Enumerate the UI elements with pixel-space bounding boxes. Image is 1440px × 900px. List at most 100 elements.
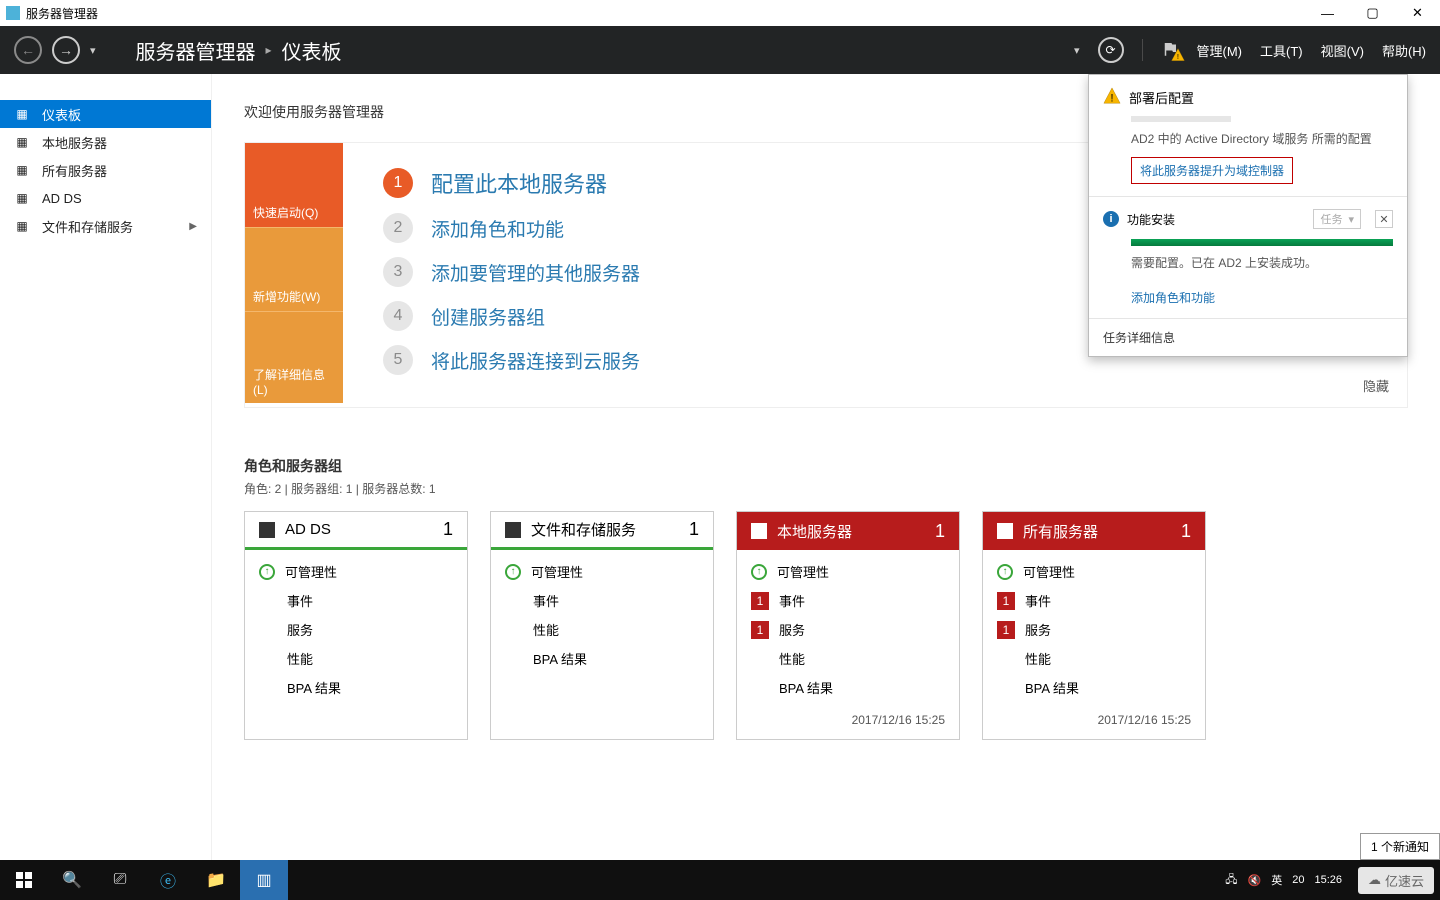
sidebar-item-label: 仪表板 — [42, 105, 81, 124]
tasks-dropdown[interactable]: 任务▾ — [1313, 209, 1361, 229]
minimize-button[interactable]: — — [1305, 0, 1350, 26]
tile-0[interactable]: AD DS1 ↑可管理性事件服务性能 BPA 结果 — [244, 511, 468, 740]
tile-header: 本地服务器1 — [737, 512, 959, 550]
tile-row[interactable]: 1事件 — [751, 591, 945, 610]
add-roles-link[interactable]: 添加角色和功能 — [1131, 289, 1215, 306]
tile-row-label: BPA 结果 — [533, 649, 587, 668]
sidebar: ▦仪表板▦本地服务器▦所有服务器▦AD DS▦文件和存储服务▶ — [0, 74, 212, 860]
task-details-link[interactable]: 任务详细信息 — [1089, 319, 1407, 356]
tile-row-label: BPA 结果 — [779, 678, 833, 697]
new-notification-banner[interactable]: 1 个新通知 — [1360, 833, 1440, 860]
tile-row[interactable]: ↑可管理性 — [259, 562, 453, 581]
tile-icon — [259, 522, 275, 538]
tile-row[interactable]: 1服务 — [997, 620, 1191, 639]
tile-header: AD DS1 — [245, 512, 467, 550]
tile-2[interactable]: 本地服务器1↑可管理性1事件1服务性能BPA 结果2017/12/16 15:2… — [736, 511, 960, 740]
tile-row[interactable]: BPA 结果 — [751, 678, 945, 697]
tile-row[interactable]: 事件 — [259, 591, 453, 610]
sidebar-item-1[interactable]: ▦本地服务器 — [0, 128, 211, 156]
cloud-icon: ☁ — [1368, 872, 1381, 888]
window-titlebar: 服务器管理器 — ▢ ✕ — [0, 0, 1440, 26]
notif-deploy-desc: AD2 中的 Active Directory 域服务 所需的配置 — [1131, 130, 1393, 147]
alert-badge: 1 — [997, 592, 1015, 610]
sidebar-item-2[interactable]: ▦所有服务器 — [0, 156, 211, 184]
nav-back-button[interactable]: ← — [14, 36, 42, 64]
nav-dropdown-icon[interactable]: ▾ — [90, 44, 96, 57]
groups-subtitle: 角色: 2 | 服务器组: 1 | 服务器总数: 1 — [244, 480, 1408, 497]
tile-row[interactable]: 性能 — [259, 649, 453, 668]
tile-3[interactable]: 所有服务器1↑可管理性1事件1服务性能BPA 结果2017/12/16 15:2… — [982, 511, 1206, 740]
tile-timestamp — [491, 719, 713, 739]
breadcrumb-root[interactable]: 服务器管理器 — [136, 36, 256, 65]
tile-row[interactable]: BPA 结果 — [505, 649, 699, 668]
step-label: 将此服务器连接到云服务 — [431, 347, 640, 374]
tile-row-label: 服务 — [287, 620, 313, 639]
tile-row[interactable]: BPA 结果 — [259, 678, 453, 697]
tile-body: ↑可管理性事件服务性能 BPA 结果 — [245, 550, 467, 719]
menu-help[interactable]: 帮助(H) — [1382, 41, 1426, 60]
local-server-icon: ▦ — [14, 134, 30, 150]
tile-row[interactable]: 性能 — [505, 620, 699, 639]
sidebar-item-3[interactable]: ▦AD DS — [0, 184, 211, 212]
tray-clock[interactable]: 15:26 — [1314, 874, 1342, 886]
tab-learn-more[interactable]: 了解详细信息(L) — [245, 311, 343, 403]
tile-row[interactable]: ↑可管理性 — [751, 562, 945, 581]
tile-body: ↑可管理性 1事件 1服务性能 BPA 结果 — [737, 550, 959, 705]
hide-link[interactable]: 隐藏 — [1363, 376, 1389, 395]
tile-row[interactable]: 事件 — [505, 591, 699, 610]
step-number: 3 — [383, 257, 413, 287]
tile-body: ↑可管理性 1事件 1服务性能 BPA 结果 — [983, 550, 1205, 705]
menu-manage[interactable]: 管理(M) — [1197, 41, 1243, 60]
tray-network-icon[interactable]: 🖧 — [1225, 871, 1237, 890]
tray-volume-icon[interactable]: 🔇 — [1248, 874, 1262, 887]
tab-whats-new[interactable]: 新增功能(W) — [245, 227, 343, 311]
breadcrumb: 服务器管理器 ▸ 仪表板 — [136, 36, 342, 65]
close-button[interactable]: ✕ — [1395, 0, 1440, 26]
nav-forward-button[interactable]: → — [52, 36, 80, 64]
start-button[interactable] — [0, 860, 48, 900]
system-tray: 🖧 🔇 英 20 15:26 ☁ 亿速云 — [1225, 867, 1440, 894]
explorer-button[interactable]: 📁 — [192, 860, 240, 900]
files-icon: ▦ — [14, 218, 30, 234]
tile-row[interactable]: 性能 — [997, 649, 1191, 668]
step-number: 2 — [383, 213, 413, 243]
notif-install-title: 功能安装 — [1127, 211, 1175, 228]
tile-row[interactable]: 1服务 — [751, 620, 945, 639]
ie-button[interactable]: ⓔ — [144, 860, 192, 900]
tile-row[interactable]: 1事件 — [997, 591, 1191, 610]
tile-row-label: 可管理性 — [285, 562, 337, 581]
tab-quick-start[interactable]: 快速启动(Q) — [245, 143, 343, 227]
task-view-button[interactable]: ⎚ — [96, 860, 144, 900]
notif-close-button[interactable]: ✕ — [1375, 210, 1393, 228]
search-button[interactable]: 🔍 — [48, 860, 96, 900]
tile-count: 1 — [689, 519, 699, 540]
sidebar-item-label: 文件和存储服务 — [42, 217, 133, 236]
tray-ime[interactable]: 英 — [1271, 872, 1282, 888]
notifications-flag-icon[interactable]: ! — [1161, 40, 1179, 61]
server-manager-taskbar-button[interactable]: ▥ — [240, 860, 288, 900]
tile-row[interactable]: 性能 — [751, 649, 945, 668]
tile-1[interactable]: 文件和存储服务1↑可管理性事件性能BPA 结果 — [490, 511, 714, 740]
refresh-icon[interactable]: ⟳ — [1098, 37, 1124, 63]
svg-text:!: ! — [1111, 92, 1114, 104]
promote-dc-link[interactable]: 将此服务器提升为域控制器 — [1131, 157, 1293, 184]
maximize-button[interactable]: ▢ — [1350, 0, 1395, 26]
tile-row-label: 事件 — [287, 591, 313, 610]
menu-tools[interactable]: 工具(T) — [1260, 41, 1303, 60]
sidebar-item-0[interactable]: ▦仪表板 — [0, 100, 211, 128]
tile-row-label: BPA 结果 — [287, 678, 341, 697]
tile-title: AD DS — [285, 521, 331, 538]
tile-icon — [997, 523, 1013, 539]
tile-row[interactable]: BPA 结果 — [997, 678, 1191, 697]
step-number: 5 — [383, 345, 413, 375]
header-dropdown-icon[interactable]: ▾ — [1074, 44, 1080, 57]
step-number: 4 — [383, 301, 413, 331]
progress-bar-full — [1131, 239, 1393, 246]
tile-row[interactable]: 服务 — [259, 620, 453, 639]
tile-row[interactable]: ↑可管理性 — [505, 562, 699, 581]
sidebar-item-4[interactable]: ▦文件和存储服务▶ — [0, 212, 211, 240]
step-label: 配置此本地服务器 — [431, 167, 607, 199]
menu-view[interactable]: 视图(V) — [1321, 41, 1364, 60]
tile-row[interactable]: ↑可管理性 — [997, 562, 1191, 581]
arrow-up-icon: ↑ — [505, 564, 521, 580]
